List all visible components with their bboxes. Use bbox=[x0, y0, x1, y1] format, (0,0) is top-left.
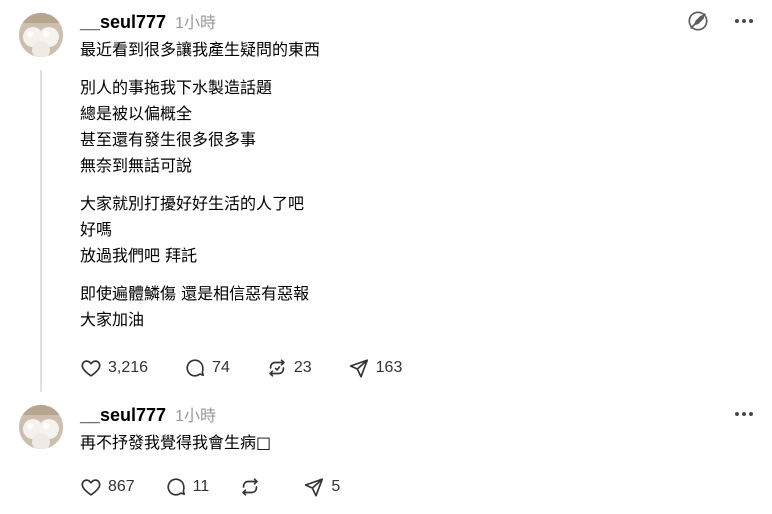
avatar-image bbox=[19, 13, 63, 57]
comment-button[interactable]: 11 bbox=[165, 476, 210, 498]
like-button[interactable]: 867 bbox=[80, 476, 135, 498]
comment-icon bbox=[186, 359, 205, 377]
avatar[interactable] bbox=[19, 13, 63, 57]
share-count: 163 bbox=[375, 359, 403, 376]
post-actions-top bbox=[732, 402, 756, 426]
post-actions-top bbox=[686, 9, 756, 33]
comment-count: 74 bbox=[212, 359, 230, 376]
username[interactable]: __seul777 bbox=[80, 405, 166, 426]
post-paragraph: 即使遍體鱗傷 還是相信惡有惡報 大家加油 bbox=[80, 284, 310, 329]
like-button[interactable]: 3,216 bbox=[80, 357, 148, 379]
heart-icon bbox=[81, 360, 101, 377]
repost-button[interactable] bbox=[239, 476, 267, 498]
post-paragraph: 別人的事拖我下水製造話題 總是被以偏概全 甚至還有發生很多很多事 無奈到無話可說 bbox=[80, 78, 273, 175]
timestamp[interactable]: 1小時 bbox=[175, 9, 216, 33]
post-header: __seul777 1小時 bbox=[80, 402, 216, 426]
post-stats: 867 11 5 bbox=[80, 474, 340, 500]
like-count: 867 bbox=[108, 478, 135, 495]
repost-icon bbox=[242, 478, 259, 496]
post-stats: 3,216 74 23 163 bbox=[80, 355, 402, 381]
comment-count: 11 bbox=[192, 478, 210, 495]
post-body: 再不抒發我覺得我會生病□ bbox=[80, 430, 752, 468]
post-paragraph: 大家就別打擾好好生活的人了吧 好嗎 放過我們吧 拜託 bbox=[80, 194, 305, 265]
repost-icon bbox=[269, 359, 285, 377]
username[interactable]: __seul777 bbox=[80, 12, 166, 33]
thread-connector-line bbox=[40, 70, 42, 392]
post-header: __seul777 1小時 bbox=[80, 9, 216, 33]
share-button[interactable]: 5 bbox=[303, 476, 340, 498]
heart-icon bbox=[81, 479, 101, 496]
comment-icon bbox=[167, 478, 185, 496]
edit-off-icon[interactable] bbox=[686, 9, 710, 33]
thread-container: __seul777 1小時 最近看到很多讓我產生疑問的東西 別人的事拖我下水製造… bbox=[0, 0, 772, 514]
avatar-image bbox=[19, 405, 63, 449]
timestamp[interactable]: 1小時 bbox=[175, 402, 216, 426]
comment-button[interactable]: 74 bbox=[184, 357, 230, 379]
share-button[interactable]: 163 bbox=[348, 357, 403, 379]
more-icon[interactable] bbox=[732, 9, 756, 33]
send-icon bbox=[349, 359, 368, 378]
post-paragraph: 再不抒發我覺得我會生病□ bbox=[80, 433, 272, 452]
post-paragraph: 最近看到很多讓我產生疑問的東西 bbox=[80, 40, 321, 59]
more-icon[interactable] bbox=[732, 402, 756, 426]
share-count: 5 bbox=[331, 478, 341, 495]
send-icon bbox=[305, 478, 324, 497]
repost-count: 23 bbox=[293, 359, 312, 376]
post-body: 最近看到很多讓我產生疑問的東西 別人的事拖我下水製造話題 總是被以偏概全 甚至還… bbox=[80, 37, 752, 345]
like-count: 3,216 bbox=[108, 359, 149, 376]
avatar[interactable] bbox=[19, 405, 63, 449]
repost-button[interactable]: 23 bbox=[266, 357, 312, 379]
